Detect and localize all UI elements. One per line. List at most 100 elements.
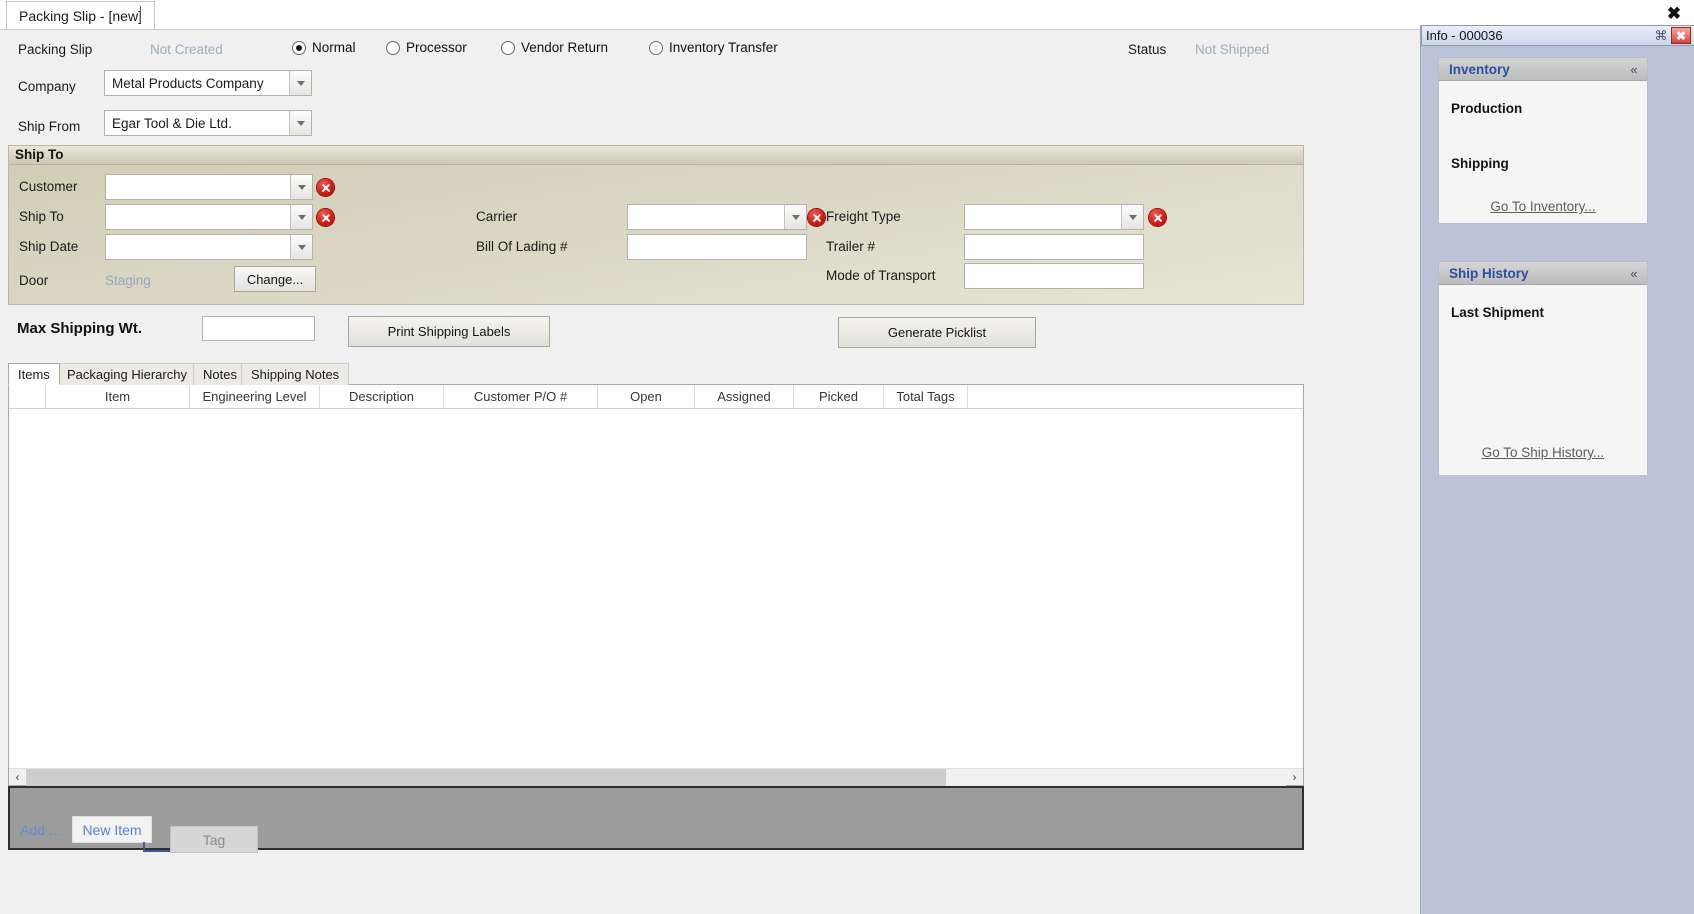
tag-label: Tag: [202, 831, 226, 848]
freight-type-error-icon[interactable]: [1149, 209, 1166, 226]
tab-notes-label: Notes: [203, 367, 237, 382]
pin-icon[interactable]: ⌘: [1651, 26, 1671, 45]
tab-shipping-notes-label: Shipping Notes: [251, 367, 340, 382]
generate-picklist-button[interactable]: Generate Picklist: [838, 317, 1036, 348]
change-door-button[interactable]: Change...: [234, 266, 316, 292]
new-item-label: New Item: [82, 821, 142, 838]
column-header-engineering-level[interactable]: Engineering Level: [190, 385, 320, 408]
ship-date-label: Ship Date: [19, 239, 79, 254]
tab-items[interactable]: Items: [8, 363, 60, 385]
new-item-connector: [143, 842, 171, 852]
column-header-total-tags[interactable]: Total Tags: [884, 385, 968, 408]
ship-to-group: Ship To Customer Ship To Ship Date Door …: [8, 145, 1304, 305]
door-value: Staging: [105, 273, 151, 288]
max-shipping-wt-input[interactable]: [202, 316, 315, 341]
mode-of-transport-label: Mode of Transport: [826, 268, 936, 283]
column-header-item[interactable]: Item: [45, 385, 190, 408]
scrollbar-track[interactable]: [26, 768, 1286, 786]
scrollbar-thumb[interactable]: [26, 768, 946, 786]
trailer-input[interactable]: [964, 234, 1144, 260]
tab-packing-slip-label: Packing Slip - [new]: [19, 8, 142, 24]
info-pane: Info - 000036 ⌘ ✖ Inventory « Production…: [1420, 25, 1694, 914]
company-label: Company: [18, 79, 76, 94]
ship-history-panel-title: Ship History: [1449, 265, 1529, 281]
tab-packaging-hierarchy-label: Packaging Hierarchy: [67, 367, 187, 382]
max-shipping-wt-label: Max Shipping Wt.: [17, 320, 142, 337]
inventory-panel-header[interactable]: Inventory «: [1439, 58, 1647, 81]
column-header-customer-po[interactable]: Customer P/O #: [444, 385, 598, 408]
customer-label: Customer: [19, 179, 78, 194]
ship-history-panel-header[interactable]: Ship History «: [1439, 262, 1647, 285]
trailer-label: Trailer #: [826, 239, 876, 254]
radio-inventory-transfer[interactable]: Inventory Transfer: [649, 40, 778, 55]
chevron-down-icon[interactable]: [290, 235, 312, 259]
tab-packing-slip[interactable]: Packing Slip - [new]: [6, 1, 155, 29]
column-header-open[interactable]: Open: [598, 385, 695, 408]
company-value: Metal Products Company: [112, 75, 264, 91]
items-grid-body[interactable]: [9, 409, 1303, 767]
ship-from-label: Ship From: [18, 119, 81, 134]
customer-combobox[interactable]: [105, 174, 313, 200]
packing-slip-window: Packing Slip - [new] ✖ Packing Slip Not …: [0, 0, 1694, 914]
ship-date-combobox[interactable]: [105, 234, 313, 260]
close-icon[interactable]: ✖: [1662, 2, 1686, 26]
radio-vendor-return[interactable]: Vendor Return: [501, 40, 608, 55]
radio-processor-label: Processor: [406, 40, 467, 55]
new-item-button[interactable]: New Item: [72, 816, 152, 843]
chevron-down-icon[interactable]: [784, 205, 806, 229]
add-link[interactable]: Add ...: [20, 822, 60, 838]
chevron-up-icon[interactable]: «: [1621, 58, 1647, 80]
chevron-down-icon[interactable]: [289, 111, 311, 135]
status-value: Not Shipped: [1195, 42, 1270, 57]
info-pane-close-icon[interactable]: ✖: [1671, 27, 1691, 44]
packing-slip-value: Not Created: [150, 42, 223, 57]
carrier-error-icon[interactable]: [808, 209, 825, 226]
customer-error-icon[interactable]: [317, 179, 334, 196]
radio-inventory-transfer-dot: [649, 40, 663, 55]
text-caret: [140, 6, 141, 23]
ship-from-combobox[interactable]: Egar Tool & Die Ltd.: [104, 110, 312, 136]
tag-button[interactable]: Tag: [170, 826, 258, 853]
tab-packaging-hierarchy[interactable]: Packaging Hierarchy: [57, 363, 197, 385]
company-combobox[interactable]: Metal Products Company: [104, 70, 312, 96]
scroll-left-arrow-icon[interactable]: ‹: [9, 769, 26, 786]
freight-type-combobox[interactable]: [964, 204, 1144, 230]
ship-to-group-title: Ship To: [15, 147, 64, 162]
radio-processor[interactable]: Processor: [386, 40, 467, 55]
go-to-inventory-link[interactable]: Go To Inventory...: [1439, 199, 1647, 214]
inventory-panel-body: Production Shipping Go To Inventory...: [1439, 81, 1647, 223]
chevron-down-icon[interactable]: [289, 71, 311, 95]
print-shipping-labels-button[interactable]: Print Shipping Labels: [348, 316, 550, 347]
inventory-production-label: Production: [1451, 101, 1523, 116]
carrier-combobox[interactable]: [627, 204, 807, 230]
tab-shipping-notes[interactable]: Shipping Notes: [241, 363, 350, 385]
packing-slip-form: Packing Slip Not Created Status Not Ship…: [0, 30, 1420, 914]
items-tabstrip: Items Packaging Hierarchy Notes Shipping…: [8, 363, 1304, 385]
chevron-down-icon[interactable]: [290, 175, 312, 199]
ship-to-combobox[interactable]: [105, 204, 313, 230]
column-header-description[interactable]: Description: [320, 385, 444, 408]
print-shipping-labels-label: Print Shipping Labels: [387, 324, 511, 339]
items-grid: Item Engineering Level Description Custo…: [8, 385, 1304, 786]
chevron-down-icon[interactable]: [290, 205, 312, 229]
radio-normal[interactable]: Normal: [292, 40, 356, 55]
grid-horizontal-scrollbar[interactable]: ‹ ›: [9, 768, 1303, 786]
column-header-picked[interactable]: Picked: [794, 385, 884, 408]
go-to-ship-history-link[interactable]: Go To Ship History...: [1439, 445, 1647, 460]
inventory-panel-title: Inventory: [1449, 61, 1510, 77]
tab-notes[interactable]: Notes: [193, 363, 247, 385]
radio-processor-dot: [386, 40, 400, 55]
inventory-shipping-label: Shipping: [1451, 156, 1509, 171]
ship-to-label: Ship To: [19, 209, 64, 224]
column-header-assigned[interactable]: Assigned: [695, 385, 794, 408]
last-shipment-label: Last Shipment: [1451, 305, 1545, 320]
ship-to-error-icon[interactable]: [317, 209, 334, 226]
packing-slip-label: Packing Slip: [18, 42, 93, 57]
mode-of-transport-input[interactable]: [964, 263, 1144, 289]
chevron-up-icon[interactable]: «: [1621, 262, 1647, 284]
scroll-right-arrow-icon[interactable]: ›: [1286, 769, 1303, 786]
radio-inventory-transfer-label: Inventory Transfer: [669, 40, 778, 55]
chevron-down-icon[interactable]: [1121, 205, 1143, 229]
items-action-bar: Add ... New Item Tag: [8, 786, 1304, 853]
bill-of-lading-input[interactable]: [627, 234, 807, 260]
